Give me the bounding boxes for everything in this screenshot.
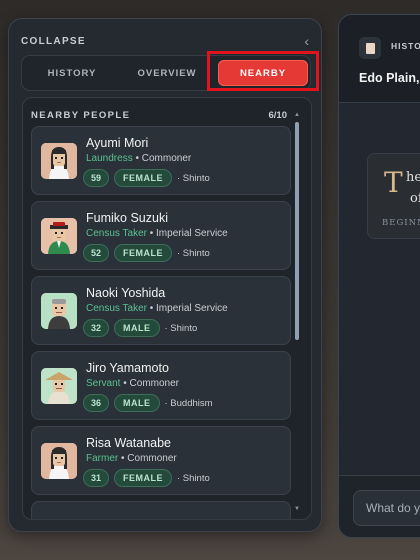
person-tags: 36 MALE · Buddhism (83, 394, 213, 412)
person-class: Commoner (129, 378, 179, 389)
scroll-up-arrow-icon[interactable]: ▲ (294, 112, 300, 118)
chevron-left-icon[interactable]: ‹ (304, 34, 309, 48)
story-text-line: he (406, 170, 420, 185)
story-begin-label[interactable]: BEGINN (382, 218, 420, 228)
person-occupation: Census Taker (86, 228, 147, 239)
scrollbar[interactable]: ▲ ▼ (294, 112, 300, 512)
collapse-button[interactable]: COLLAPSE (21, 36, 86, 47)
person-name: Ayumi Mori (86, 136, 149, 150)
tab-overview[interactable]: OVERVIEW (120, 56, 214, 90)
age-badge: 59 (83, 169, 109, 187)
person-card[interactable]: Jiro Yamamoto Servant • Commoner 36 MALE… (31, 351, 291, 420)
male-avatar-icon (41, 368, 77, 404)
gender-badge: MALE (114, 394, 160, 412)
person-role: Census Taker • Imperial Service (86, 303, 228, 314)
age-badge: 52 (83, 244, 109, 262)
person-card[interactable]: Fumiko Suzuki Census Taker • Imperial Se… (31, 201, 291, 270)
story-card: T he of BEGINN (367, 153, 420, 239)
person-role: Census Taker • Imperial Service (86, 228, 228, 239)
person-role: Servant • Commoner (86, 378, 179, 389)
nearby-header: NEARBY PEOPLE 6/10 (31, 108, 287, 122)
person-role: Laundress • Commoner (86, 153, 191, 164)
gender-badge: MALE (114, 319, 160, 337)
story-dropcap: T (384, 166, 403, 199)
person-tags: 32 MALE · Shinto (83, 319, 197, 337)
person-name: Jiro Yamamoto (86, 361, 169, 375)
nearby-count: 6/10 (268, 109, 288, 121)
person-card[interactable] (31, 501, 291, 519)
religion-label: · Shinto (177, 247, 210, 259)
story-header: HISTO Edo Plain, (339, 15, 420, 103)
religion-label: · Buddhism (164, 397, 213, 409)
person-class: Imperial Service (156, 303, 228, 314)
religion-label: · Shinto (177, 172, 210, 184)
male-avatar-icon (41, 293, 77, 329)
person-tags: 31 FEMALE · Shinto (83, 469, 210, 487)
person-class: Commoner (141, 153, 192, 164)
female-avatar-icon (41, 143, 77, 179)
sidebar-tabs: HISTORY OVERVIEW NEARBY (21, 55, 311, 91)
location-title: Edo Plain, (359, 71, 420, 85)
person-occupation: Farmer (86, 453, 119, 464)
person-card[interactable]: Ayumi Mori Laundress • Commoner 59 FEMAL… (31, 126, 291, 195)
age-badge: 31 (83, 469, 109, 487)
religion-label: · Shinto (164, 322, 198, 334)
female-avatar-icon (41, 218, 77, 254)
story-text-line: of (410, 191, 420, 206)
scroll-down-arrow-icon[interactable]: ▼ (294, 506, 300, 512)
history-tab-label[interactable]: HISTO (391, 41, 420, 51)
gender-badge: FEMALE (114, 169, 172, 187)
panel-header: COLLAPSE ‹ (21, 33, 309, 49)
person-class: Commoner (127, 453, 177, 464)
female-avatar-icon (41, 443, 77, 479)
nearby-people-list: NEARBY PEOPLE 6/10 ▲ ▼ Ayumi Mori Laundr… (22, 97, 312, 520)
person-name: Risa Watanabe (86, 436, 171, 450)
person-card[interactable]: Risa Watanabe Farmer • Commoner 31 FEMAL… (31, 426, 291, 495)
person-class: Imperial Service (156, 228, 228, 239)
scroll-thumb[interactable] (295, 122, 299, 340)
person-occupation: Census Taker (86, 303, 147, 314)
person-name: Naoki Yoshida (86, 286, 166, 300)
story-panel: HISTO Edo Plain, T he of BEGINN (338, 14, 420, 538)
age-badge: 32 (83, 319, 109, 337)
person-tags: 59 FEMALE · Shinto (83, 169, 210, 187)
nearby-title: NEARBY PEOPLE (31, 109, 131, 121)
person-occupation: Laundress (86, 153, 133, 164)
religion-label: · Shinto (177, 472, 210, 484)
tab-history[interactable]: HISTORY (26, 56, 118, 90)
gender-badge: FEMALE (114, 244, 172, 262)
action-input-bar (339, 475, 420, 537)
person-occupation: Servant (86, 378, 121, 389)
action-input[interactable] (353, 490, 420, 526)
person-role: Farmer • Commoner (86, 453, 177, 464)
tab-nearby[interactable]: NEARBY (218, 60, 308, 86)
age-badge: 36 (83, 394, 109, 412)
person-tags: 52 FEMALE · Shinto (83, 244, 210, 262)
scroll-document-icon[interactable] (359, 37, 381, 59)
person-name: Fumiko Suzuki (86, 211, 168, 225)
person-card[interactable]: Naoki Yoshida Census Taker • Imperial Se… (31, 276, 291, 345)
gender-badge: FEMALE (114, 469, 172, 487)
